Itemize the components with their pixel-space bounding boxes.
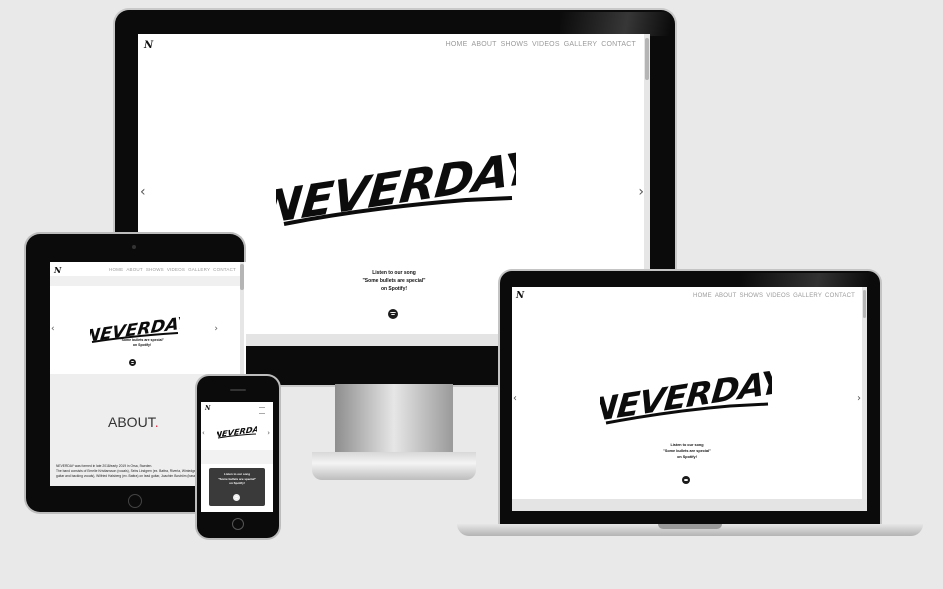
hero-line-3: on Spotify! — [380, 286, 408, 292]
imac-stand — [335, 384, 453, 452]
laptop-nav: HOME ABOUT SHOWS VIDEOS GALLERY CONTACT — [693, 293, 855, 299]
laptop-nav-logo[interactable]: N — [516, 291, 524, 301]
nav-item-shows[interactable]: SHOWS — [501, 41, 528, 48]
tablet-hero-caption: "Some bullets are special" on Spotify! — [102, 338, 182, 348]
phone-neverday-logo: NEVERDAY — [217, 423, 257, 440]
about-heading-dot: . — [154, 414, 159, 430]
hero-caption: Listen to our song "Some bullets are spe… — [344, 269, 444, 293]
tablet-hero-line-3: on Spotify! — [132, 343, 152, 347]
laptop-next-arrow[interactable]: › — [857, 393, 861, 404]
about-heading-text: ABOUT — [108, 414, 155, 430]
neverday-logo: NEVERDAY — [276, 141, 516, 236]
laptop-nav-about[interactable]: ABOUT — [715, 293, 737, 299]
phone-hero-card: Listen to our song "Some bullets are spe… — [209, 468, 265, 506]
hero-line-2: "Some bullets are special" — [362, 278, 426, 284]
phone-hero-caption: Listen to our song "Some bullets are spe… — [209, 472, 265, 486]
phone-prev-arrow[interactable]: ‹ — [202, 429, 205, 437]
laptop-glare — [740, 273, 870, 287]
nav-item-about[interactable]: ABOUT — [471, 41, 496, 48]
hero-line-1: Listen to our song — [372, 270, 416, 276]
about-heading: ABOUT. — [108, 414, 159, 430]
phone-spotify-icon[interactable] — [233, 494, 240, 501]
tablet-nav-home[interactable]: HOME — [109, 267, 123, 272]
tablet-nav: HOME ABOUT SHOWS VIDEOS GALLERY CONTACT — [109, 267, 236, 272]
tablet-nav-logo[interactable]: N — [54, 265, 61, 275]
laptop-scrollbar[interactable] — [862, 287, 867, 511]
spotify-icon[interactable] — [388, 309, 398, 319]
tablet-scrollbar-thumb[interactable] — [240, 264, 244, 290]
laptop-screen: N HOME ABOUT SHOWS VIDEOS GALLERY CONTAC… — [512, 287, 867, 511]
laptop-hero-line-3: on Spotify! — [677, 455, 697, 459]
tablet-prev-arrow[interactable]: ‹ — [51, 324, 55, 334]
imac-glare — [560, 12, 670, 36]
phone-divider — [201, 450, 273, 464]
nav-item-videos[interactable]: VIDEOS — [532, 41, 560, 48]
tablet-next-arrow[interactable]: › — [214, 324, 218, 334]
laptop-nav-shows[interactable]: SHOWS — [740, 293, 764, 299]
tablet-spotify-icon[interactable] — [129, 359, 136, 366]
nav-item-gallery[interactable]: GALLERY — [564, 41, 598, 48]
tablet-nav-shows[interactable]: SHOWS — [146, 267, 164, 272]
laptop-neverday-logo: NEVERDAY — [600, 362, 772, 430]
main-nav: HOME ABOUT SHOWS VIDEOS GALLERY CONTACT — [446, 41, 636, 48]
phone-hero-line-3: on Spotify! — [229, 481, 245, 485]
carousel-prev-arrow[interactable]: ‹ — [140, 184, 146, 200]
nav-item-home[interactable]: HOME — [446, 41, 468, 48]
laptop-nav-contact[interactable]: CONTACT — [825, 293, 855, 299]
phone-speaker — [230, 389, 246, 391]
nav-item-contact[interactable]: CONTACT — [601, 41, 636, 48]
phone-nav-logo[interactable]: N — [205, 405, 210, 412]
tablet-nav-gallery[interactable]: GALLERY — [188, 267, 210, 272]
tablet-nav-about[interactable]: ABOUT — [126, 267, 143, 272]
neverday-wordmark: NEVERDAY — [276, 141, 516, 236]
tablet-camera — [132, 245, 136, 249]
scrollbar-thumb[interactable] — [645, 38, 649, 80]
laptop-nav-home[interactable]: HOME — [693, 293, 712, 299]
laptop-nav-videos[interactable]: VIDEOS — [766, 293, 790, 299]
tablet-top-strip — [50, 276, 240, 286]
hamburger-menu-icon[interactable] — [259, 407, 265, 414]
laptop-prev-arrow[interactable]: ‹ — [513, 393, 517, 404]
carousel-next-arrow[interactable]: › — [638, 184, 644, 200]
laptop-scrollbar-thumb[interactable] — [863, 290, 866, 318]
nav-logo[interactable]: N — [144, 40, 153, 51]
tablet-nav-videos[interactable]: VIDEOS — [167, 267, 185, 272]
phone-home-button[interactable] — [232, 518, 244, 530]
laptop-hero-caption: Listen to our song "Some bullets are spe… — [649, 442, 725, 460]
tablet-nav-contact[interactable]: CONTACT — [213, 267, 236, 272]
laptop-section-divider — [512, 499, 867, 511]
imac-stand-base — [312, 452, 476, 480]
laptop-spotify-icon[interactable] — [682, 476, 690, 484]
laptop-nav-gallery[interactable]: GALLERY — [793, 293, 822, 299]
phone-next-arrow[interactable]: › — [267, 429, 270, 437]
tablet-home-button[interactable] — [128, 494, 142, 508]
phone-screen: N ‹ › NEVERDAY Listen to our song "Some … — [201, 402, 273, 512]
laptop-notch — [658, 524, 722, 529]
